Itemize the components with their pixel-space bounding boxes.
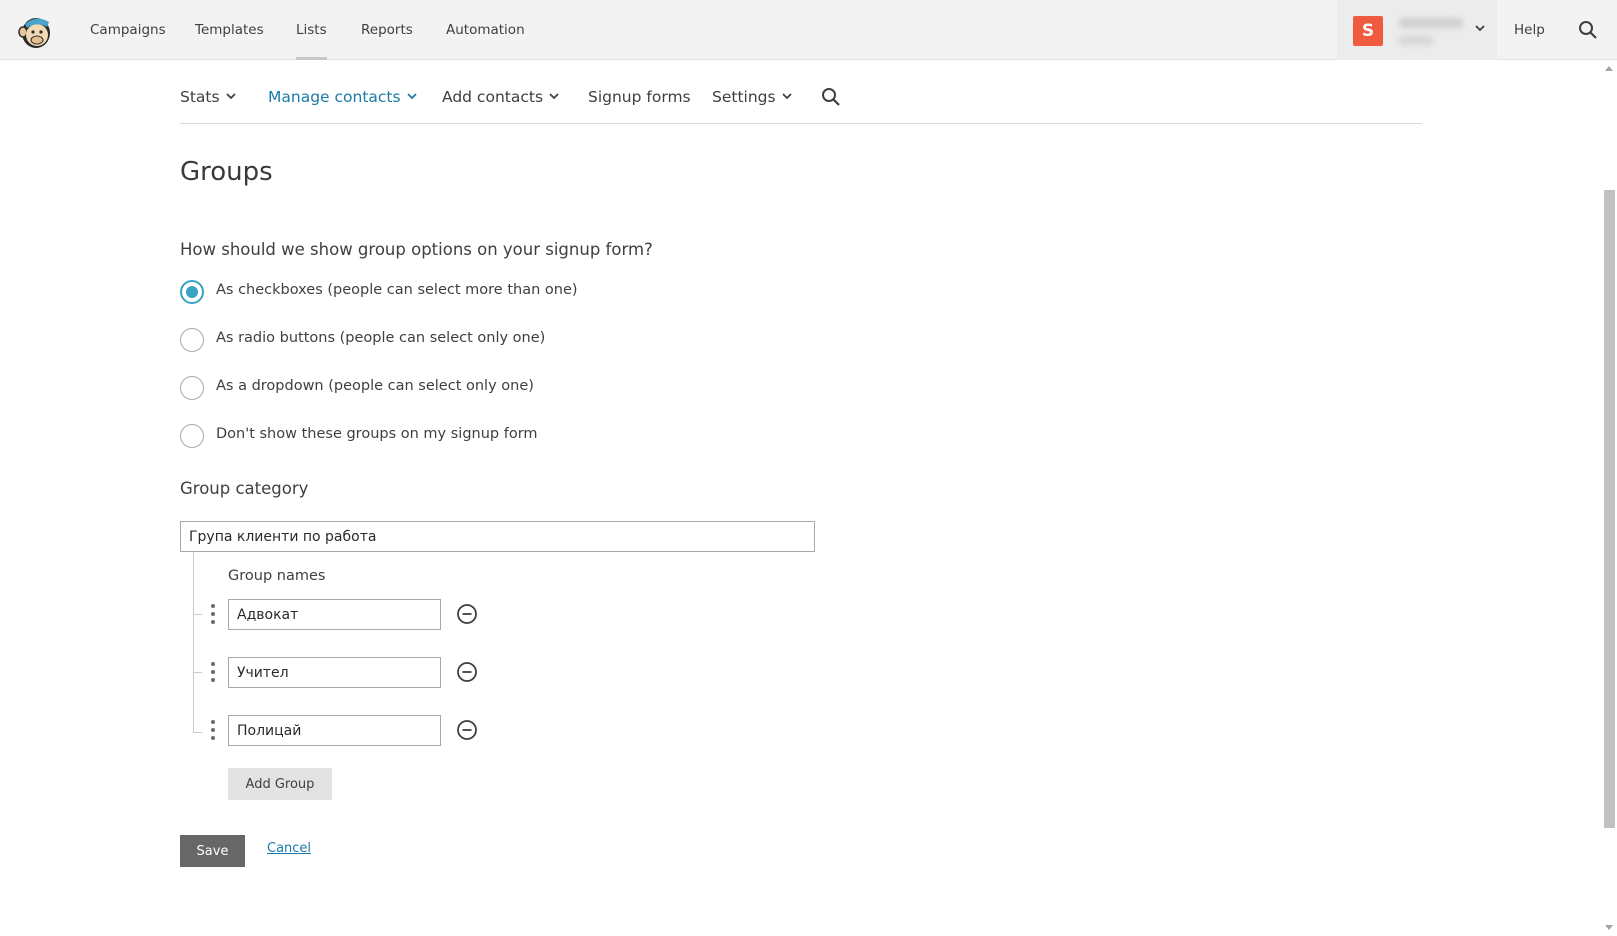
group-category-input[interactable] bbox=[180, 521, 815, 552]
group-category-label: Group category bbox=[180, 479, 309, 498]
list-subnav: Stats Manage contacts Add contacts Signu… bbox=[180, 60, 1422, 124]
subnav-signup-forms-label: Signup forms bbox=[588, 88, 691, 106]
radio-button-checked[interactable] bbox=[180, 280, 204, 304]
radio-button[interactable] bbox=[180, 328, 204, 352]
radio-button[interactable] bbox=[180, 376, 204, 400]
subnav-manage-contacts-label: Manage contacts bbox=[268, 88, 401, 106]
help-link[interactable]: Help bbox=[1514, 0, 1545, 60]
remove-circle-icon[interactable] bbox=[456, 719, 478, 741]
radio-button[interactable] bbox=[180, 424, 204, 448]
tree-connector bbox=[193, 552, 194, 733]
subnav-manage-contacts[interactable]: Manage contacts bbox=[268, 88, 417, 106]
chevron-down-icon bbox=[781, 93, 792, 100]
subnav-settings[interactable]: Settings bbox=[712, 88, 792, 106]
subnav-stats-label: Stats bbox=[180, 88, 220, 106]
option-label: As checkboxes (people can select more th… bbox=[216, 282, 578, 298]
subnav-add-contacts[interactable]: Add contacts bbox=[442, 88, 559, 106]
topnav-templates[interactable]: Templates bbox=[195, 0, 264, 60]
mailchimp-logo-icon[interactable] bbox=[17, 12, 55, 50]
chevron-down-icon[interactable] bbox=[1473, 21, 1487, 35]
page-title: Groups bbox=[180, 157, 273, 187]
scroll-down-arrow-icon[interactable] bbox=[1604, 924, 1614, 932]
account-menu[interactable]: S bbox=[1337, 0, 1497, 60]
option-label: Don't show these groups on my signup for… bbox=[216, 426, 538, 442]
topnav-reports[interactable]: Reports bbox=[361, 0, 413, 60]
account-sub-redacted bbox=[1399, 36, 1433, 45]
chevron-down-icon bbox=[225, 93, 236, 100]
drag-handle-icon[interactable] bbox=[209, 659, 217, 685]
cancel-link[interactable]: Cancel bbox=[267, 841, 311, 856]
scroll-up-arrow-icon[interactable] bbox=[1604, 64, 1614, 72]
subnav-add-contacts-label: Add contacts bbox=[442, 88, 544, 106]
scrollbar-thumb[interactable] bbox=[1604, 190, 1615, 828]
save-button[interactable]: Save bbox=[180, 835, 245, 867]
topnav-lists[interactable]: Lists bbox=[296, 0, 327, 60]
topnav-automation[interactable]: Automation bbox=[446, 0, 525, 60]
global-header: Campaigns Templates Lists Reports Automa… bbox=[0, 0, 1617, 60]
group-name-input[interactable] bbox=[228, 599, 441, 630]
tree-branch bbox=[193, 732, 202, 733]
group-name-input[interactable] bbox=[228, 657, 441, 688]
tree-branch bbox=[193, 614, 202, 615]
search-icon[interactable] bbox=[821, 87, 841, 107]
remove-circle-icon[interactable] bbox=[456, 661, 478, 683]
group-names-label: Group names bbox=[228, 568, 326, 584]
subnav-stats[interactable]: Stats bbox=[180, 88, 236, 106]
group-name-input[interactable] bbox=[228, 715, 441, 746]
topnav-campaigns[interactable]: Campaigns bbox=[90, 0, 166, 60]
subnav-settings-label: Settings bbox=[712, 88, 776, 106]
drag-handle-icon[interactable] bbox=[209, 601, 217, 627]
drag-handle-icon[interactable] bbox=[209, 717, 217, 743]
group-display-question: How should we show group options on your… bbox=[180, 240, 653, 259]
add-group-button[interactable]: Add Group bbox=[228, 768, 332, 800]
chevron-down-icon bbox=[406, 93, 417, 100]
avatar[interactable]: S bbox=[1353, 16, 1383, 46]
tree-branch bbox=[193, 672, 202, 673]
chevron-down-icon bbox=[549, 93, 559, 100]
account-name-redacted bbox=[1399, 18, 1463, 28]
option-label: As a dropdown (people can select only on… bbox=[216, 378, 534, 394]
remove-circle-icon[interactable] bbox=[456, 603, 478, 625]
option-label: As radio buttons (people can select only… bbox=[216, 330, 546, 346]
subnav-signup-forms[interactable]: Signup forms bbox=[588, 88, 691, 106]
search-icon[interactable] bbox=[1578, 20, 1598, 40]
